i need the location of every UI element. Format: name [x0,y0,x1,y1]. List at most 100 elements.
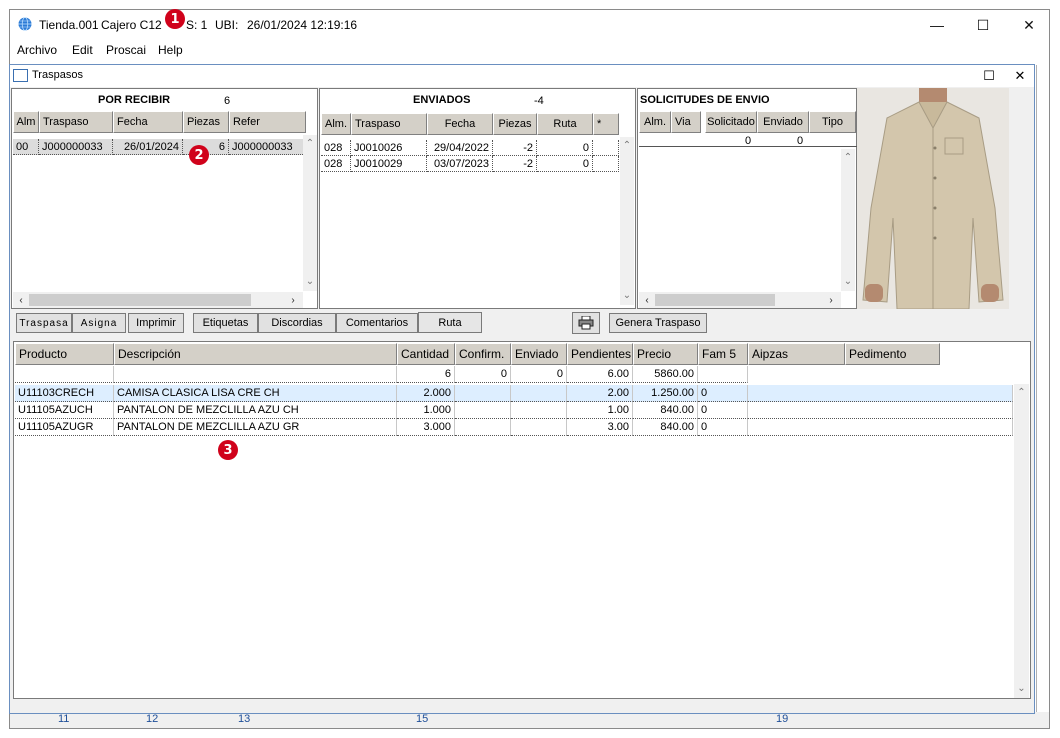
col-fam5[interactable]: Fam 5 [698,343,748,365]
solicitudes-title: SOLICITUDES DE ENVIO [640,94,770,106]
ruta-button[interactable]: Ruta [418,312,482,333]
cell-fam5: 0 [698,402,748,419]
cell-pendientes: 2.00 [567,385,633,402]
col-pedimento[interactable]: Pedimento [845,343,940,365]
traspasa-button[interactable]: Traspasa [16,313,72,333]
title-s: S: 1 [186,18,208,32]
col-producto[interactable]: Producto [15,343,114,365]
menu-proscai[interactable]: Proscai [104,43,148,57]
scroll-up-icon[interactable]: ⌃ [620,139,634,151]
print-button[interactable] [572,312,600,334]
col-alm[interactable]: Alm. [321,113,351,135]
col-piezas[interactable]: Piezas [493,113,537,135]
col-confirm[interactable]: Confirm. [455,343,511,365]
globe-icon [18,17,32,31]
col-via[interactable]: Via [671,111,701,133]
table-row[interactable]: U11105AZUCH PANTALON DE MEZCLILLA AZU CH… [15,402,1013,419]
total-pendientes: 6.00 [567,366,633,383]
minimize-icon: — [930,17,944,33]
minimize-button[interactable]: — [914,10,960,40]
scroll-up-icon[interactable]: ⌃ [1014,386,1029,398]
maximize-button[interactable]: ☐ [960,10,1006,40]
scroll-down-icon[interactable]: ⌄ [1014,682,1029,694]
discordias-button[interactable]: Discordias [258,313,336,333]
close-icon: ✕ [1014,68,1026,83]
cell-star [593,156,619,172]
cell-descripcion: PANTALON DE MEZCLILLA AZU GR [114,419,397,436]
background-number: 11 [58,713,70,725]
table-row[interactable]: 028 J0010029 03/07/2023 -2 0 [321,156,619,172]
table-row[interactable]: 028 J0010026 29/04/2022 -2 0 [321,140,619,156]
col-alm[interactable]: Alm. [639,111,671,133]
background-number: 12 [146,713,159,725]
imprimir-button[interactable]: Imprimir [128,313,184,333]
table-row[interactable]: U11103CRECH CAMISA CLASICA LISA CRE CH 2… [15,385,1013,402]
cell-descripcion: PANTALON DE MEZCLILLA AZU CH [114,402,397,419]
genera-traspaso-button[interactable]: Genera Traspaso [609,313,707,333]
total-enviado: 0 [511,366,567,383]
col-enviado[interactable]: Enviado [511,343,567,365]
col-star[interactable]: * [593,113,619,135]
col-traspaso[interactable]: Traspaso [39,111,113,133]
vertical-scrollbar[interactable]: ⌃ ⌄ [1014,384,1029,698]
col-solicitado[interactable]: Solicitado [705,111,757,133]
menu-edit[interactable]: Edit [70,43,95,57]
col-alm[interactable]: Alm [13,111,39,133]
col-precio[interactable]: Precio [633,343,698,365]
cell-traspaso: J0010029 [351,156,427,172]
col-piezas[interactable]: Piezas [183,111,229,133]
scroll-right-icon[interactable]: › [825,294,837,306]
horizontal-scrollbar[interactable]: ‹ › [13,292,303,308]
cell-producto: U11103CRECH [15,385,114,402]
asigna-button[interactable]: Asigna [72,313,126,333]
cell-cantidad: 2.000 [397,385,455,402]
col-aipzas[interactable]: Aipzas [748,343,845,365]
scroll-down-icon[interactable]: ⌄ [841,275,855,287]
cell-pendientes: 1.00 [567,402,633,419]
col-tipo[interactable]: Tipo [809,111,856,133]
scroll-thumb[interactable] [29,294,251,306]
maximize-icon: ☐ [983,68,995,83]
scroll-right-icon[interactable]: › [287,294,299,306]
col-cantidad[interactable]: Cantidad [397,343,455,365]
child-close-button[interactable]: ✕ [1005,66,1035,86]
total-confirm: 0 [455,366,511,383]
total-cantidad: 6 [397,366,455,383]
cell-confirm [455,402,511,419]
table-row[interactable]: 00 J000000033 26/01/2024 6 J000000033 [13,139,305,155]
comentarios-button[interactable]: Comentarios [336,313,418,333]
scroll-left-icon[interactable]: ‹ [15,294,27,306]
col-traspaso[interactable]: Traspaso [351,113,427,135]
scroll-down-icon[interactable]: ⌄ [303,275,317,287]
cell-alm: 028 [321,156,351,172]
solicitudes-totals-row: 0 0 [639,135,857,147]
child-maximize-button[interactable]: ☐ [974,66,1004,86]
table-row[interactable]: U11105AZUGR PANTALON DE MEZCLILLA AZU GR… [15,419,1013,436]
col-ruta[interactable]: Ruta [537,113,593,135]
col-refer[interactable]: Refer [229,111,306,133]
close-button[interactable]: ✕ [1006,10,1052,40]
horizontal-scrollbar[interactable]: ‹ › [639,292,841,308]
scroll-up-icon[interactable]: ⌃ [303,137,317,149]
vertical-scrollbar[interactable]: ⌃ ⌄ [303,135,317,291]
etiquetas-button[interactable]: Etiquetas [193,313,258,333]
cell-enviado [511,419,567,436]
col-pendientes[interactable]: Pendientes [567,343,633,365]
col-fecha[interactable]: Fecha [113,111,183,133]
scroll-down-icon[interactable]: ⌄ [620,289,634,301]
menu-help[interactable]: Help [156,43,185,57]
col-descripcion[interactable]: Descripción [114,343,397,365]
cell-fecha: 29/04/2022 [427,140,493,156]
background-number: 13 [238,713,251,725]
scroll-up-icon[interactable]: ⌃ [841,151,855,163]
scroll-thumb[interactable] [655,294,775,306]
col-enviado[interactable]: Enviado [757,111,809,133]
cell-ruta: 0 [537,156,593,172]
vertical-scrollbar[interactable]: ⌃ ⌄ [841,149,855,291]
scroll-left-icon[interactable]: ‹ [641,294,653,306]
menu-archivo[interactable]: Archivo [15,43,59,57]
cell-descripcion: CAMISA CLASICA LISA CRE CH [114,385,397,402]
col-fecha[interactable]: Fecha [427,113,493,135]
cell-fam5: 0 [698,419,748,436]
vertical-scrollbar[interactable]: ⌃ ⌄ [620,137,634,305]
